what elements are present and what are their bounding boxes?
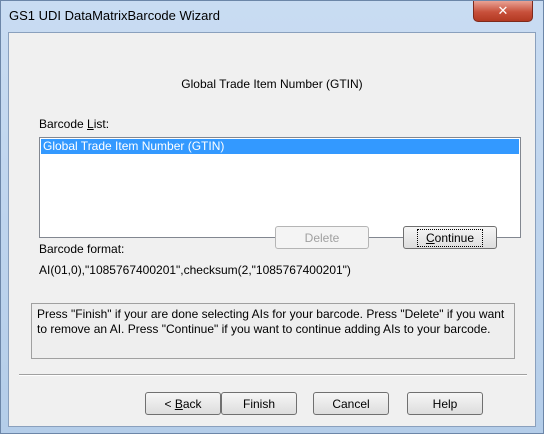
close-icon: ✕ bbox=[497, 3, 509, 19]
instructions-text: Press "Finish" if your are done selectin… bbox=[31, 303, 515, 359]
wizard-window: GS1 UDI DataMatrixBarcode Wizard ✕ Globa… bbox=[0, 0, 544, 434]
help-button-label: Help bbox=[432, 396, 458, 411]
cancel-button[interactable]: Cancel bbox=[313, 392, 389, 415]
help-button[interactable]: Help bbox=[407, 392, 483, 415]
barcode-format-label: Barcode format: bbox=[39, 242, 125, 256]
barcode-list-label: Barcode List: bbox=[39, 117, 110, 131]
page-title: Global Trade Item Number (GTIN) bbox=[181, 77, 363, 91]
close-button[interactable]: ✕ bbox=[473, 1, 533, 22]
finish-button-label: Finish bbox=[242, 396, 275, 411]
list-item[interactable]: Global Trade Item Number (GTIN) bbox=[41, 139, 519, 154]
window-title: GS1 UDI DataMatrixBarcode Wizard bbox=[9, 8, 220, 23]
title-bar[interactable]: GS1 UDI DataMatrixBarcode Wizard ✕ bbox=[1, 1, 543, 32]
barcode-format-value: AI(01,0),"1085767400201",checksum(2,"108… bbox=[39, 263, 351, 277]
delete-button-label: Delete bbox=[304, 230, 340, 245]
dialog-client-area: Global Trade Item Number (GTIN) Barcode … bbox=[8, 32, 536, 427]
footer-divider bbox=[19, 374, 527, 376]
back-button-label: < Back bbox=[164, 396, 202, 411]
back-button[interactable]: < Back bbox=[145, 392, 221, 415]
continue-button[interactable]: Continue bbox=[403, 226, 497, 249]
cancel-button-label: Cancel bbox=[332, 396, 370, 411]
delete-button[interactable]: Delete bbox=[275, 226, 369, 249]
continue-button-label: Continue bbox=[416, 228, 484, 247]
barcode-listbox[interactable]: Global Trade Item Number (GTIN) bbox=[39, 137, 521, 238]
finish-button[interactable]: Finish bbox=[221, 392, 297, 415]
